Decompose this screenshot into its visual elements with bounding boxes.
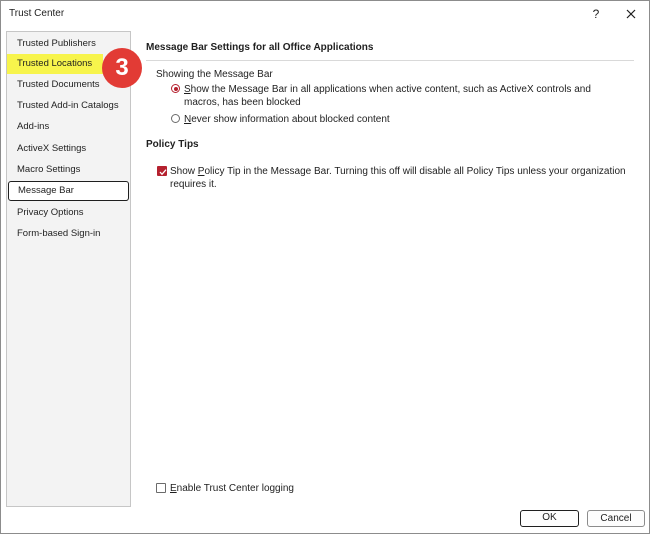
never-show-info-label[interactable]: Never show information about blocked con… [184, 113, 624, 126]
policy-tip-label[interactable]: Show Policy Tip in the Message Bar. Turn… [170, 165, 632, 191]
sidebar-item-trusted-addin-catalogs[interactable]: Trusted Add-in Catalogs [7, 96, 130, 116]
dialog-title: Trust Center [9, 8, 65, 19]
sidebar-item-macro-settings[interactable]: Macro Settings [7, 160, 130, 180]
trust-center-dialog: Trust Center ? Trusted Publishers Truste… [0, 0, 650, 534]
sidebar-item-activex-settings[interactable]: ActiveX Settings [7, 139, 130, 159]
checkmark-icon [159, 169, 167, 176]
help-button[interactable]: ? [587, 5, 605, 23]
show-message-bar-label[interactable]: Show the Message Bar in all applications… [184, 83, 624, 109]
title-bar: Trust Center ? [1, 1, 649, 27]
sidebar-item-privacy-options[interactable]: Privacy Options [7, 203, 130, 223]
sidebar-item-message-bar[interactable]: Message Bar [8, 181, 129, 201]
close-icon [626, 9, 636, 19]
cancel-button[interactable]: Cancel [587, 510, 645, 527]
showing-message-bar-label: Showing the Message Bar [156, 69, 273, 80]
step-number-badge: 3 [102, 48, 142, 88]
sidebar-item-trusted-locations[interactable]: Trusted Locations [7, 54, 103, 74]
policy-tip-checkbox[interactable] [157, 166, 167, 176]
show-message-bar-radio[interactable] [171, 84, 180, 93]
section-divider [146, 60, 634, 61]
policy-tips-section-title: Policy Tips [146, 139, 199, 150]
ok-button[interactable]: OK [520, 510, 579, 527]
message-bar-section-title: Message Bar Settings for all Office Appl… [146, 42, 374, 53]
trust-center-logging-checkbox[interactable] [156, 483, 166, 493]
sidebar-item-form-based-sign-in[interactable]: Form-based Sign-in [7, 224, 130, 244]
sidebar-item-addins[interactable]: Add-ins [7, 117, 130, 137]
close-button[interactable] [621, 4, 641, 24]
never-show-info-radio[interactable] [171, 114, 180, 123]
sidebar-nav: Trusted Publishers Trusted Locations Tru… [6, 31, 131, 507]
trust-center-logging-label[interactable]: Enable Trust Center logging [170, 482, 370, 495]
